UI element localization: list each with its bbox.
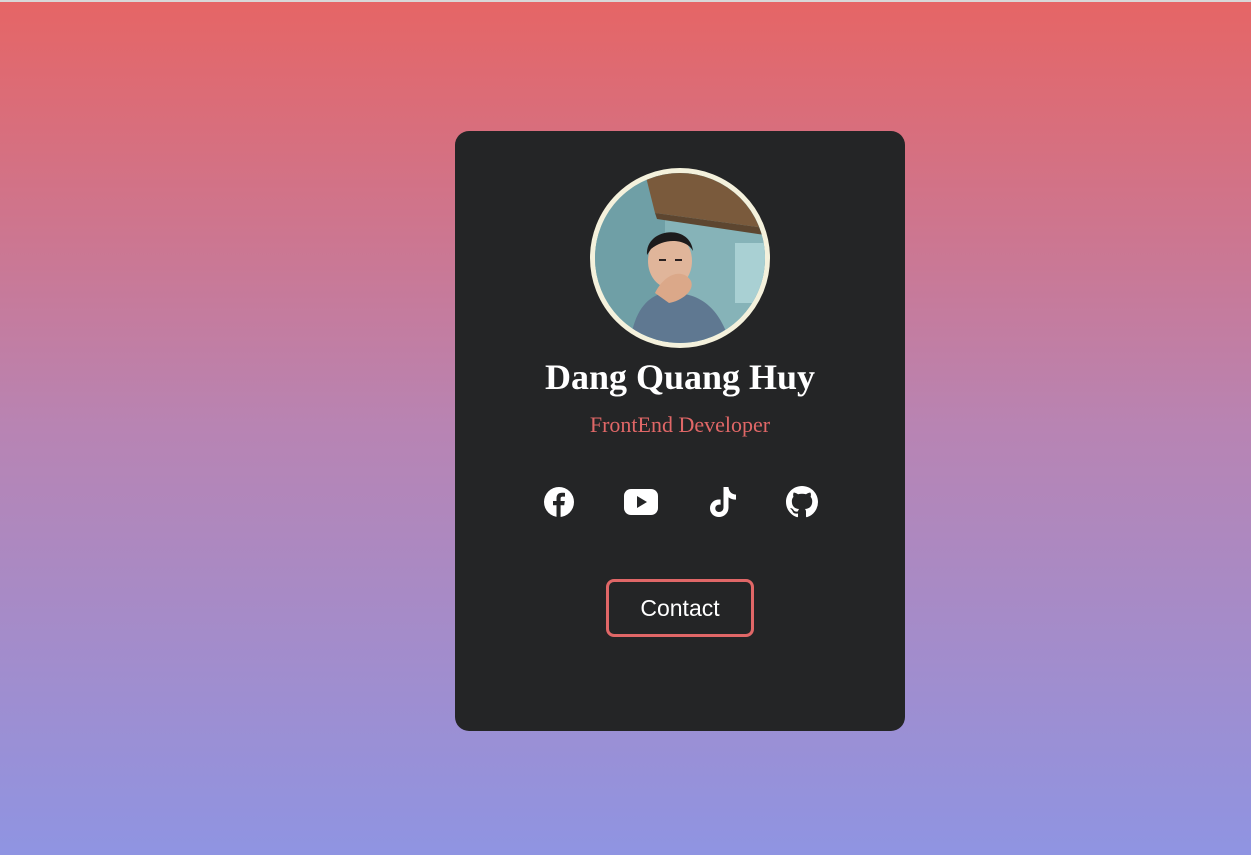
youtube-icon xyxy=(624,489,658,515)
top-border-line xyxy=(0,0,1251,2)
profile-role: FrontEnd Developer xyxy=(589,412,771,437)
youtube-link[interactable] xyxy=(623,485,659,519)
profile-name: Dang Quang Huy xyxy=(544,357,816,397)
contact-button[interactable]: Contact xyxy=(606,579,754,637)
social-links xyxy=(455,485,905,519)
profile-card: Dang Quang Huy FrontEnd Developer Contac… xyxy=(455,131,905,731)
avatar xyxy=(590,168,770,348)
github-link[interactable] xyxy=(785,485,819,519)
github-icon xyxy=(786,486,818,518)
facebook-icon xyxy=(544,487,574,517)
tiktok-link[interactable] xyxy=(706,485,740,519)
facebook-link[interactable] xyxy=(542,485,576,519)
profile-photo xyxy=(595,173,765,343)
tiktok-icon xyxy=(710,487,736,517)
